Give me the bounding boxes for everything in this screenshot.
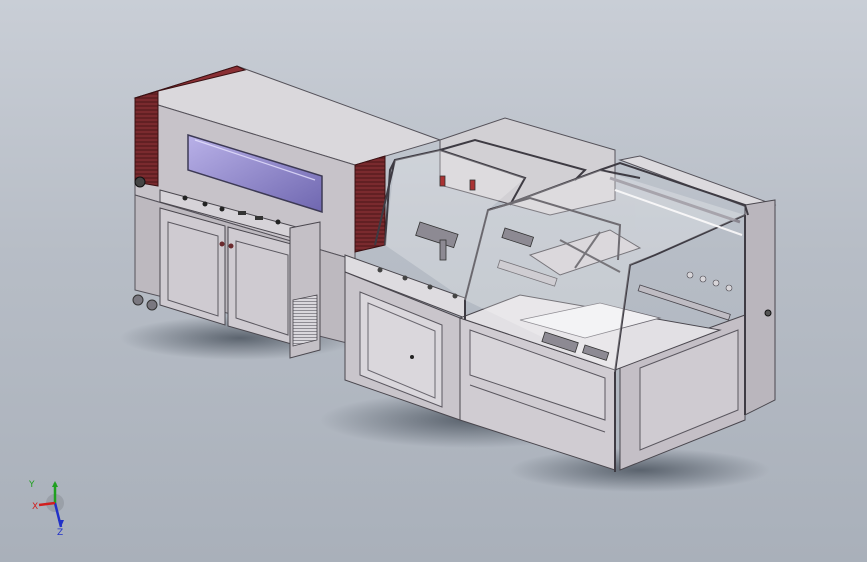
z-axis-label: Z xyxy=(57,528,63,535)
axis-triad: Y X Z xyxy=(28,480,64,535)
tunnel-knob-icon xyxy=(134,176,146,188)
machine-model[interactable] xyxy=(0,0,867,562)
cad-viewport[interactable]: Y X Z xyxy=(0,0,867,562)
x-axis-label: X xyxy=(32,502,38,512)
cabinet-door-right xyxy=(227,226,296,346)
y-axis-label: Y xyxy=(28,480,35,490)
side-panel-right xyxy=(744,199,776,416)
